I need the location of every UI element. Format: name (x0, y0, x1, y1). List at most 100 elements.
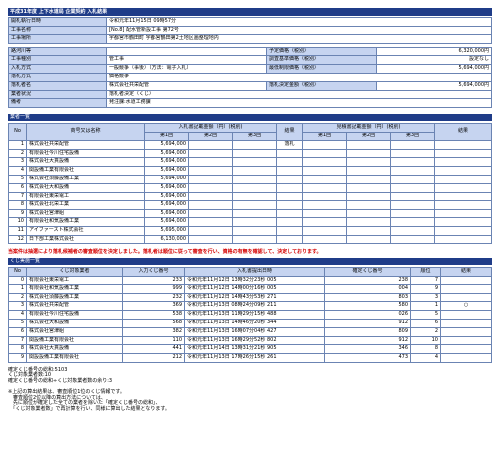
bidder-name: アイファースト株式会社 (26, 226, 145, 236)
bid-round1: 5,694,000 (144, 174, 189, 185)
lottery-confirm: 346 (324, 344, 411, 354)
lottery-time: 令和元年11月13日 16時29分52秒 802 (184, 335, 325, 346)
info-value: 設定なし (376, 55, 492, 65)
lottery-result (440, 344, 492, 354)
survey-round3 (390, 226, 435, 236)
lottery-result (440, 309, 492, 320)
bid-round1: 5,694,000 (144, 148, 189, 159)
bidder-name: 株式会社大貫設備 (26, 157, 145, 167)
lottery-time: 令和元年11月12日 14時00分16秒 005 (184, 284, 325, 294)
bidder-no: 9 (8, 208, 27, 219)
lottery-rank: 4 (410, 352, 441, 363)
bid-round2 (188, 157, 233, 167)
lottery-entry: 538 (122, 309, 185, 320)
bidder-name: 株式会社共栄配管 (26, 140, 145, 150)
table-row: 12 日下部工業株式会社 6,130,000 (8, 234, 492, 245)
table-row: 5 株式会社須藤設備工業 5,694,000 (8, 174, 492, 185)
info-label: 備考 (8, 98, 107, 108)
bidders-section-title: 業者一覧 (8, 113, 492, 121)
lot-col-result: 結果 (440, 267, 492, 277)
survey-round3 (390, 157, 435, 167)
info-table-main: 路河川等 予定価格（税別） 6,320,000円 工事種別 管工事 調査基準価格（税別）設… (8, 46, 492, 108)
bid-round1: 5,694,000 (144, 183, 189, 193)
info-row: 路河川等 予定価格（税別） 6,320,000円 (8, 46, 492, 57)
survey-round3 (390, 165, 435, 176)
info-value: 宇都宮市鶴田町 宇都宮鶴田第2土地区画整理地内 (106, 34, 492, 44)
info-label: 落札者名 (8, 81, 107, 91)
table-row: 6 株式会社宮津組 382 令和元年11月13日 16時07分04秒 427 809 2 (8, 327, 492, 337)
survey-round1 (302, 191, 347, 202)
info-value (106, 46, 267, 57)
table-row: 10 有限会社和気設備工業 5,694,000 (8, 217, 492, 228)
lottery-rank: 2 (410, 327, 441, 337)
table-row: 6 株式会社大和設備 5,694,000 (8, 183, 492, 193)
bidder-name: 有限会社和気設備工業 (26, 217, 145, 228)
survey-round1 (302, 183, 347, 193)
survey-round1 (302, 234, 347, 245)
table-row: 8 株式会社大貫設備 441 令和元年11月14日 13時31分21秒 905 346 8 (8, 344, 492, 354)
survey-round3 (390, 217, 435, 228)
survey-round1 (302, 157, 347, 167)
lottery-result (440, 318, 492, 329)
survey-round2 (346, 183, 391, 193)
table-row: 2 株式会社須藤設備工業 232 令和元年11月12日 14時43分53秒 271 80… (8, 292, 492, 303)
page-title: 平成31年度 上下水道局 企業契約 入札結果 (8, 8, 492, 16)
table-row: 4 有限会社今川住宅設備 538 令和元年11月13日 11時29分15秒 488 02… (8, 309, 492, 320)
info-value: 一般競争（事後）（方法：電子入札） (106, 63, 267, 74)
bid-round3 (232, 217, 277, 228)
table-row: 9 関設設備工業有限会社 212 令和元年11月13日 17時26分15秒 261 47… (8, 352, 492, 363)
survey-result (434, 140, 492, 150)
info-label: 落札方式 (8, 72, 107, 83)
bid-round3 (232, 148, 277, 159)
lot-col-entry: 入力くじ番号 (122, 267, 185, 277)
bid-round2 (188, 191, 233, 202)
col-survey-group: 見積書記載金額（円）(税別) (302, 122, 435, 133)
info-label: 開札執行日時 (8, 17, 107, 27)
bidder-no: 3 (8, 157, 27, 167)
lottery-no: 9 (8, 352, 27, 363)
col-s3: 第3回 (390, 131, 435, 142)
lottery-no: 6 (8, 327, 27, 337)
survey-result (434, 200, 492, 210)
bidder-no: 7 (8, 191, 27, 202)
lottery-name: 有限会社今川住宅設備 (26, 309, 123, 320)
lottery-rank: 1 (410, 301, 441, 311)
bid-result (276, 217, 303, 228)
bid-round2 (188, 148, 233, 159)
lot-col-no: No (8, 267, 27, 277)
info-table-top: 開札執行日時 令和元年11月15日 09時57分 工事名称 [No.8] 配水管新設工… (8, 17, 492, 44)
survey-round3 (390, 174, 435, 185)
info-value: 株式会社共栄配管 (106, 81, 267, 91)
survey-round1 (302, 226, 347, 236)
bid-round1: 5,694,000 (144, 157, 189, 167)
lottery-confirm: 803 (324, 292, 411, 303)
bid-round1: 6,130,000 (144, 234, 189, 245)
table-row: 4 関設備工業有限会社 5,694,000 (8, 165, 492, 176)
lottery-name: 関設備工業有限会社 (26, 335, 123, 346)
lottery-entry: 233 (122, 275, 185, 286)
survey-round2 (346, 165, 391, 176)
survey-round3 (390, 234, 435, 245)
lottery-result (440, 335, 492, 346)
lottery-name: 株式会社大和設備 (26, 318, 123, 329)
lottery-summary: 確定くじ番号の総和:5103 くじ対象業者数:10 確定くじ番号の総和÷くじ対象業者… (8, 367, 492, 385)
survey-result (434, 234, 492, 245)
bidder-no: 6 (8, 183, 27, 193)
lottery-rank: 8 (410, 344, 441, 354)
survey-result (434, 174, 492, 185)
bid-round1: 5,694,000 (144, 208, 189, 219)
lottery-no: 0 (8, 275, 27, 286)
bidder-no: 5 (8, 174, 27, 185)
table-row: 8 株式会社北栄工業 5,694,000 (8, 200, 492, 210)
bidder-no: 2 (8, 148, 27, 159)
lottery-result (440, 284, 492, 294)
bid-round3 (232, 165, 277, 176)
survey-round2 (346, 191, 391, 202)
lottery-entry: 999 (122, 284, 185, 294)
lottery-no: 2 (8, 292, 27, 303)
survey-round2 (346, 226, 391, 236)
lottery-name: 有限会社和気設備工業 (26, 284, 123, 294)
bid-round3 (232, 200, 277, 210)
lottery-time: 令和元年11月12日 13時32分23秒 005 (184, 275, 325, 286)
lottery-time: 令和元年11月14日 13時31分21秒 905 (184, 344, 325, 354)
